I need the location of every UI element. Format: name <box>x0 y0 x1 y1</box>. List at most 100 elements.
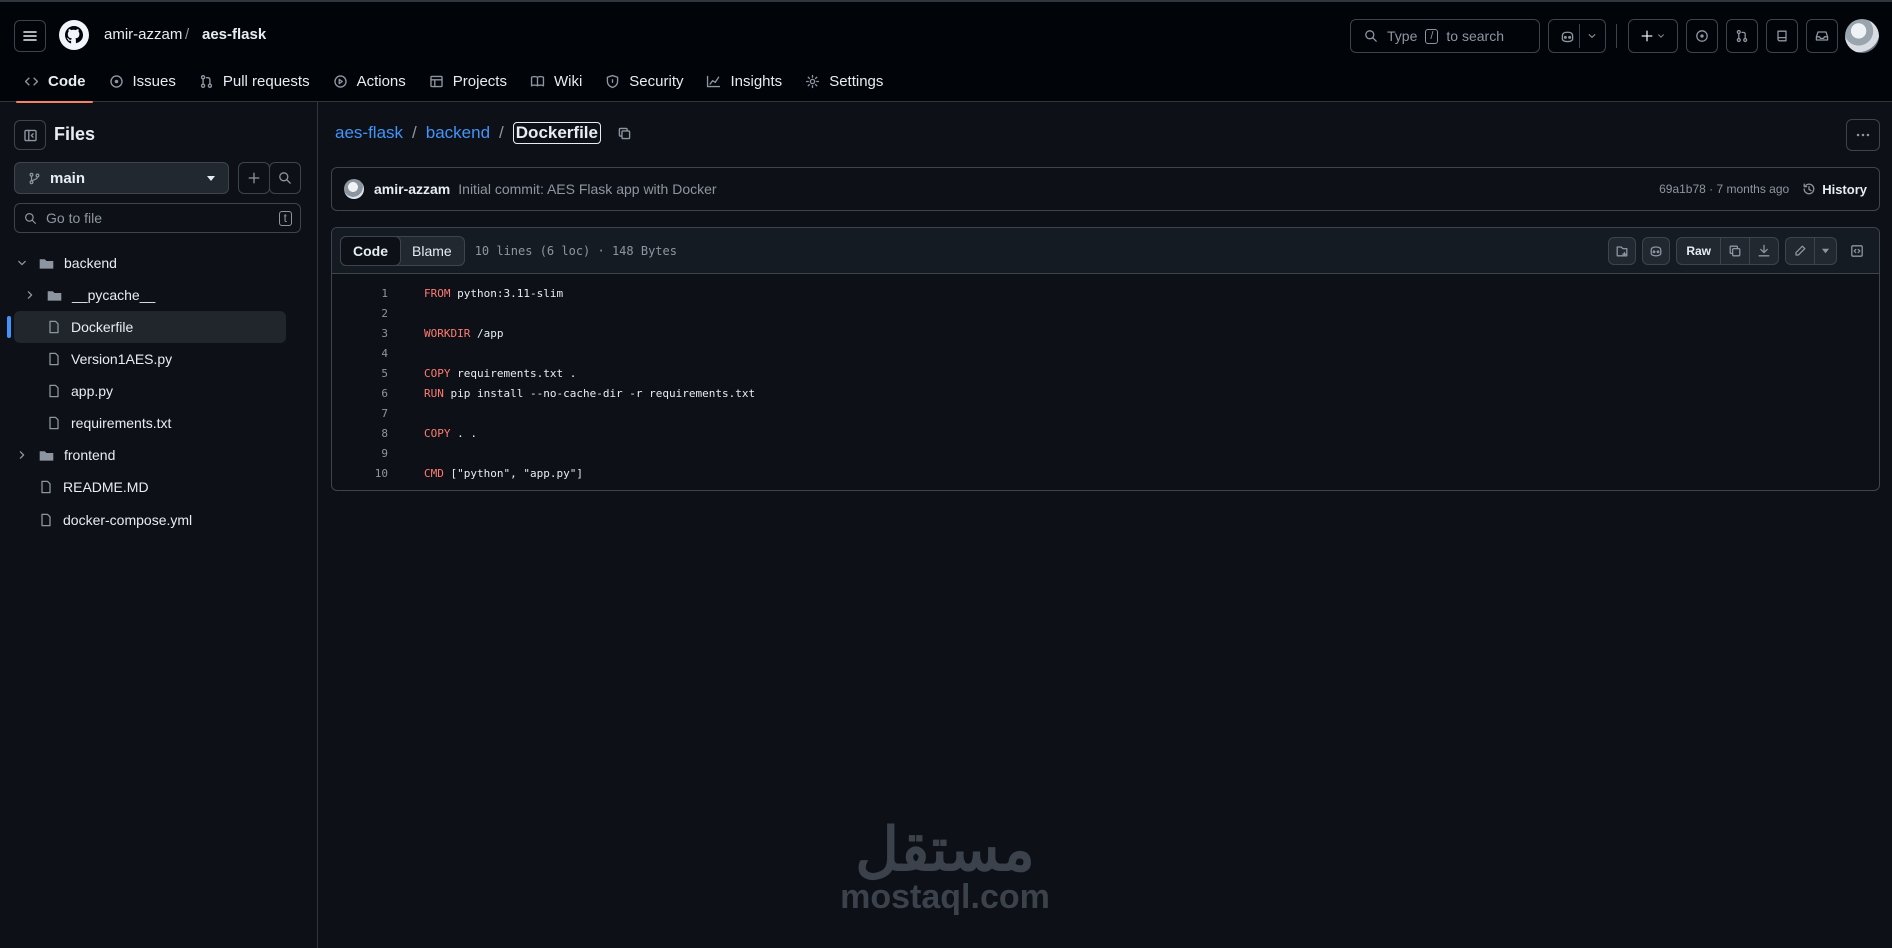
create-new-button[interactable] <box>1628 19 1678 53</box>
open-symbols-button[interactable] <box>1608 236 1637 265</box>
tree-file-requirements[interactable]: requirements.txt <box>14 407 286 439</box>
tab-wiki[interactable]: Wiki <box>518 64 593 98</box>
keyword: CMD <box>424 466 444 480</box>
tab-actions[interactable]: Actions <box>321 64 417 98</box>
line-text: /app <box>470 326 504 340</box>
code-line: 8 COPY . . <box>332 423 1879 443</box>
folder-icon <box>39 450 54 461</box>
line-number[interactable]: 2 <box>332 307 388 320</box>
header-divider <box>1616 24 1617 48</box>
edit-button[interactable] <box>1786 237 1815 264</box>
branch-selector[interactable]: main <box>14 162 229 194</box>
search-input[interactable]: Type / to search <box>1350 19 1540 53</box>
tab-insights[interactable]: Insights <box>694 64 793 98</box>
more-options-button[interactable] <box>1846 119 1880 151</box>
raw-button[interactable]: Raw <box>1677 237 1721 264</box>
commit-meta[interactable]: 69a1b78 · 7 months ago <box>1659 182 1789 196</box>
line-text: requirements.txt . <box>450 366 577 380</box>
caret-down-icon <box>1821 248 1830 254</box>
history-button[interactable]: History <box>1801 181 1867 197</box>
hamburger-icon <box>23 31 37 41</box>
tree-file-app[interactable]: app.py <box>14 375 286 407</box>
keyword: FROM <box>424 286 451 300</box>
tree-file-docker-compose[interactable]: docker-compose.yml <box>14 504 286 536</box>
line-text: python:3.11-slim <box>450 286 564 300</box>
line-number[interactable]: 4 <box>332 347 388 360</box>
repositories-button[interactable] <box>1766 19 1798 53</box>
user-avatar[interactable] <box>1845 19 1879 53</box>
tab-settings[interactable]: Settings <box>793 64 894 98</box>
search-shortcut-key: / <box>1425 28 1439 44</box>
search-files-button[interactable] <box>269 162 301 194</box>
tree-folder-backend[interactable]: backend <box>14 247 286 279</box>
download-button[interactable] <box>1750 238 1778 264</box>
copy-raw-button[interactable] <box>1721 237 1750 264</box>
line-number[interactable]: 9 <box>332 447 388 460</box>
chevron-down-icon[interactable] <box>1585 29 1599 43</box>
raw-copy-download-group: Raw <box>1676 236 1779 265</box>
breadcrumb-dir-link[interactable]: backend <box>426 123 490 143</box>
file-icon <box>49 416 59 430</box>
chevron-down-icon <box>1658 34 1664 38</box>
chevron-down-icon <box>18 260 26 266</box>
go-to-file-shortcut: t <box>278 210 292 226</box>
code-line: 3 WORKDIR /app <box>332 323 1879 343</box>
tab-pull-requests[interactable]: Pull requests <box>187 64 321 98</box>
folder-icon <box>47 290 62 301</box>
tab-label: Pull requests <box>222 72 310 90</box>
collapse-sidebar-button[interactable] <box>14 120 46 150</box>
header-repo-link[interactable]: aes-flask <box>202 26 266 43</box>
line-number[interactable]: 10 <box>332 467 388 480</box>
line-text: . . <box>450 426 477 440</box>
copy-path-icon[interactable] <box>616 125 633 142</box>
tab-projects[interactable]: Projects <box>417 64 518 98</box>
tree-file-readme[interactable]: README.MD <box>14 471 286 503</box>
edit-group <box>1785 236 1837 265</box>
tree-item-label: Dockerfile <box>71 319 134 335</box>
edit-dropdown-button[interactable] <box>1815 238 1836 264</box>
header-owner-link[interactable]: amir-azzam <box>104 26 182 43</box>
menu-button[interactable] <box>14 20 46 52</box>
tab-security[interactable]: Security <box>593 64 694 98</box>
symbols-panel-button[interactable] <box>1843 237 1871 265</box>
go-to-file-placeholder: Go to file <box>46 210 103 226</box>
copilot-ask-button[interactable] <box>1642 236 1671 265</box>
issue-icon <box>1696 30 1708 42</box>
commit-author[interactable]: amir-azzam <box>374 181 450 197</box>
keyword: COPY <box>424 366 451 380</box>
file-symbol-icon <box>1616 245 1628 256</box>
line-number[interactable]: 5 <box>332 367 388 380</box>
inbox-icon <box>1815 31 1829 41</box>
view-toggle: Code Blame <box>340 235 465 266</box>
github-logo-icon[interactable] <box>58 19 90 51</box>
tab-code[interactable]: Code <box>12 64 97 103</box>
breadcrumb-repo-link[interactable]: aes-flask <box>335 123 403 143</box>
code-line: 9 <box>332 443 1879 463</box>
tree-file-dockerfile[interactable]: Dockerfile <box>14 311 286 343</box>
issues-button[interactable] <box>1686 19 1718 53</box>
tab-label: Code <box>48 72 86 90</box>
pull-requests-button[interactable] <box>1726 19 1758 53</box>
copilot-button[interactable] <box>1548 19 1606 53</box>
line-number[interactable]: 7 <box>332 407 388 420</box>
tab-issues[interactable]: Issues <box>97 64 187 98</box>
go-to-file-input[interactable]: Go to file t <box>14 203 301 233</box>
tree-folder-frontend[interactable]: frontend <box>14 439 286 471</box>
code-view-button[interactable]: Code <box>340 235 401 266</box>
commit-author-avatar[interactable] <box>344 179 364 199</box>
tree-file-version1aes[interactable]: Version1AES.py <box>14 343 286 375</box>
line-number[interactable]: 1 <box>332 287 388 300</box>
commit-message[interactable]: Initial commit: AES Flask app with Docke… <box>458 181 716 197</box>
line-number[interactable]: 3 <box>332 327 388 340</box>
watermark-logo: مستقل mostaql.com <box>830 820 1060 915</box>
tree-folder-pycache[interactable]: __pycache__ <box>14 279 286 311</box>
code-line: 5 COPY requirements.txt . <box>332 363 1879 383</box>
line-number[interactable]: 6 <box>332 387 388 400</box>
raw-label: Raw <box>1686 243 1711 258</box>
add-file-button[interactable] <box>238 162 270 194</box>
line-number[interactable]: 8 <box>332 427 388 440</box>
blame-view-button[interactable]: Blame <box>400 237 464 265</box>
line-content: COPY . . <box>388 427 477 440</box>
inbox-button[interactable] <box>1806 19 1838 53</box>
caret-down-icon <box>207 176 215 181</box>
